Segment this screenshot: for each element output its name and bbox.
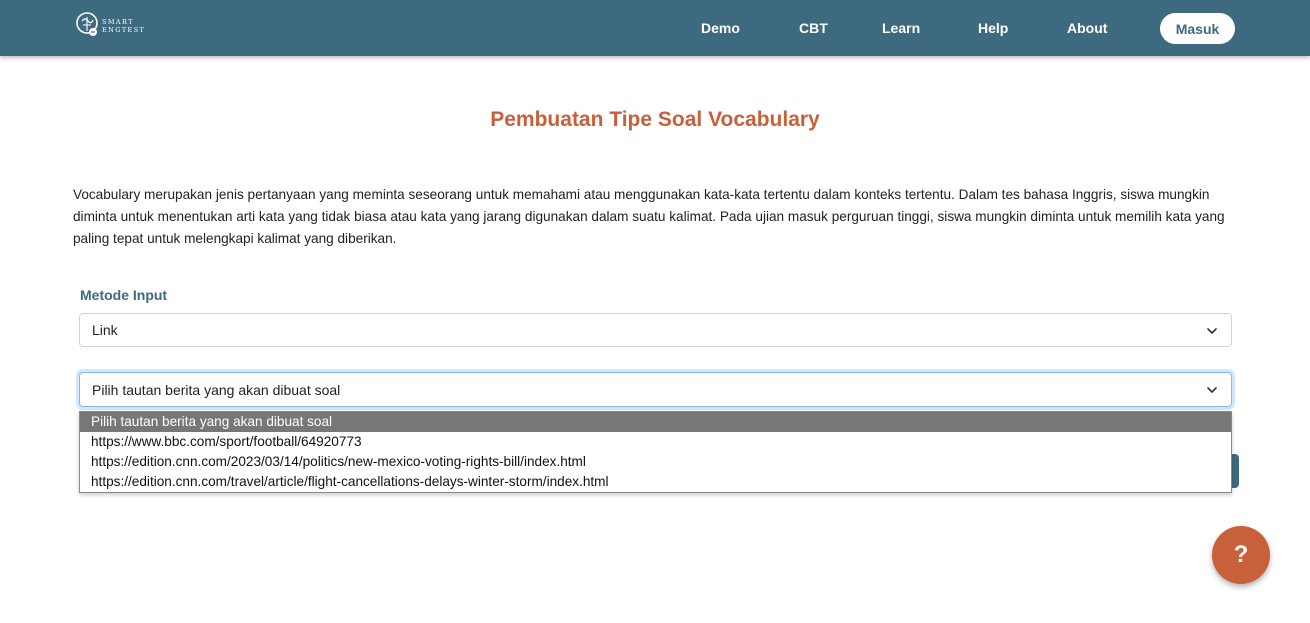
nav-link-learn[interactable]: Learn bbox=[882, 20, 920, 36]
input-method-selected-value: Link bbox=[92, 322, 118, 338]
nav-link-cbt[interactable]: CBT bbox=[799, 20, 828, 36]
nav-link-about[interactable]: About bbox=[1067, 20, 1107, 36]
news-link-select[interactable]: Pilih tautan berita yang akan dibuat soa… bbox=[79, 372, 1232, 407]
dropdown-option-cnn-travel[interactable]: https://edition.cnn.com/travel/article/f… bbox=[80, 472, 1231, 492]
smart-engtest-logo[interactable]: SMART ENGTEST bbox=[74, 10, 164, 42]
chevron-down-icon bbox=[1207, 387, 1217, 393]
news-link-dropdown-list: Pilih tautan berita yang akan dibuat soa… bbox=[79, 411, 1232, 493]
top-navbar: SMART ENGTEST Demo CBT Learn Help About … bbox=[0, 0, 1310, 56]
help-floating-button[interactable]: ? bbox=[1212, 526, 1270, 584]
nav-link-demo[interactable]: Demo bbox=[701, 20, 740, 36]
login-button[interactable]: Masuk bbox=[1160, 13, 1235, 44]
page-description: Vocabulary merupakan jenis pertanyaan ya… bbox=[73, 187, 1225, 246]
logo-text-line1: SMART bbox=[102, 18, 134, 26]
chevron-down-icon bbox=[1207, 328, 1217, 334]
dropdown-option-placeholder[interactable]: Pilih tautan berita yang akan dibuat soa… bbox=[80, 412, 1231, 432]
input-method-label: Metode Input bbox=[80, 287, 168, 303]
nav-link-help[interactable]: Help bbox=[978, 20, 1008, 36]
input-method-select[interactable]: Link bbox=[79, 313, 1232, 347]
dropdown-option-bbc[interactable]: https://www.bbc.com/sport/football/64920… bbox=[80, 432, 1231, 452]
page-title: Pembuatan Tipe Soal Vocabulary bbox=[490, 108, 820, 131]
news-link-selected-value: Pilih tautan berita yang akan dibuat soa… bbox=[92, 381, 341, 398]
logo-wordmark: SMART ENGTEST bbox=[102, 18, 145, 34]
brain-tree-icon bbox=[76, 12, 98, 36]
dropdown-option-cnn-politics[interactable]: https://edition.cnn.com/2023/03/14/polit… bbox=[80, 452, 1231, 472]
logo-text-line2: ENGTEST bbox=[102, 26, 146, 34]
